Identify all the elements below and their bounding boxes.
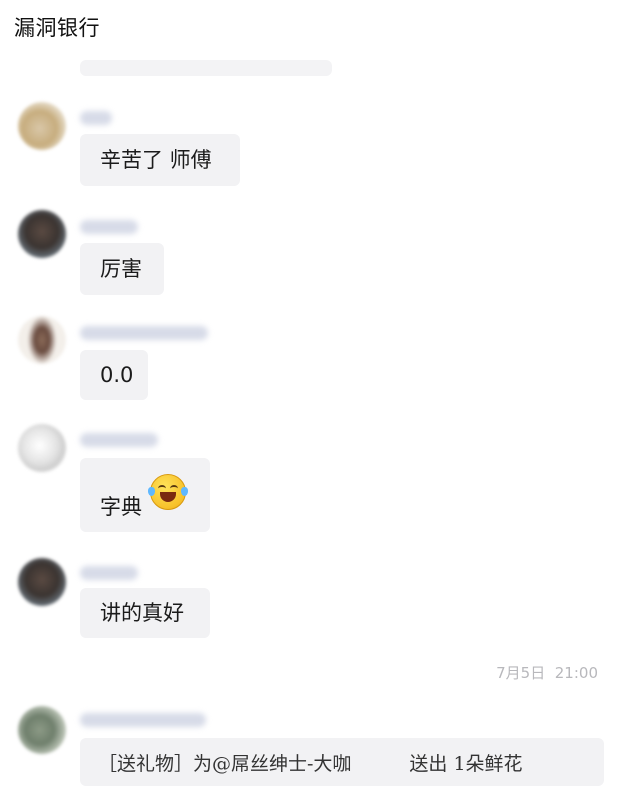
sender-name [80, 433, 158, 447]
sender-name [80, 566, 138, 580]
gift-text: ［送礼物］为@屌丝绅士-大咖 [98, 752, 352, 775]
gift-message-bubble[interactable]: ［送礼物］为@屌丝绅士-大咖 送出 1朵鲜花 [80, 738, 604, 786]
avatar[interactable] [18, 558, 66, 606]
gift-sent-text: 送出 1朵鲜花 [409, 752, 523, 775]
avatar[interactable] [18, 424, 66, 472]
sender-name [80, 220, 138, 234]
chat-title: 漏洞银行 [14, 16, 100, 40]
message-bubble[interactable]: 字典 [80, 458, 210, 532]
timestamp: 7月5日 21:00 [496, 664, 598, 682]
message-bubble[interactable]: 辛苦了 师傅 [80, 134, 240, 186]
sender-name [80, 326, 208, 340]
avatar[interactable] [18, 102, 66, 150]
avatar[interactable] [18, 210, 66, 258]
message-bubble[interactable]: 0.0 [80, 350, 148, 400]
avatar[interactable] [18, 316, 66, 364]
message-text: 0.0 [100, 362, 134, 387]
message-text: 讲的真好 [100, 600, 184, 625]
tears-of-joy-emoji [148, 474, 188, 510]
sender-name [80, 111, 112, 125]
previous-message-bubble [80, 60, 332, 76]
message-bubble[interactable]: 讲的真好 [80, 588, 210, 638]
sender-name [80, 713, 206, 727]
message-bubble[interactable]: 厉害 [80, 243, 164, 295]
message-text: 辛苦了 师傅 [100, 147, 212, 172]
avatar[interactable] [18, 706, 66, 754]
message-text: 厉害 [100, 256, 142, 281]
message-text: 字典 [100, 495, 142, 519]
